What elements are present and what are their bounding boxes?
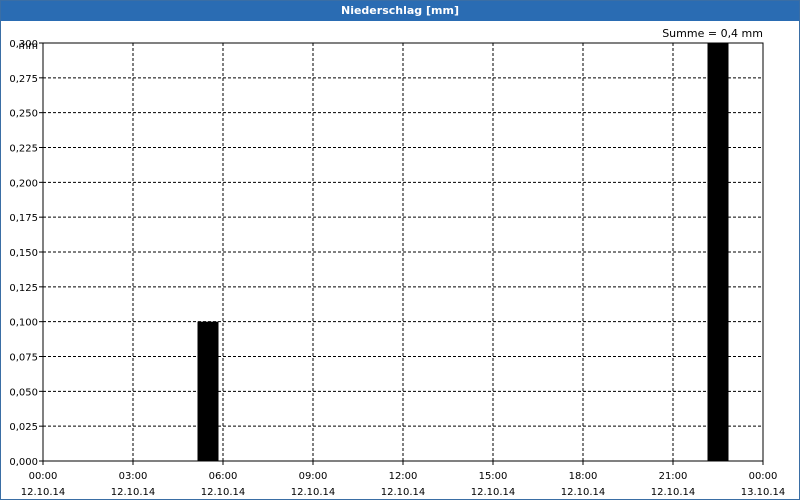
- x-tick-time: 18:00: [569, 471, 598, 482]
- y-tick-label: 0,050: [9, 387, 38, 398]
- x-tick-time: 09:00: [299, 471, 328, 482]
- x-tick-time: 21:00: [659, 471, 688, 482]
- x-tick-time: 00:00: [29, 471, 58, 482]
- y-tick-label: 0,100: [9, 318, 38, 329]
- x-tick-date: 12.10.14: [291, 487, 336, 498]
- x-tick-time: 00:00: [749, 471, 778, 482]
- y-tick-label: 0,075: [9, 353, 38, 364]
- chart-canvas: mm 0,0000,0250,0500,0750,1000,1250,1500,…: [9, 39, 786, 498]
- x-tick-labels: 00:00 12.10.14 03:00 12.10.14 06:00 12.10.14 0…: [21, 461, 786, 498]
- x-tick-time: 12:00: [389, 471, 418, 482]
- y-tick-label: 0,200: [9, 178, 38, 189]
- y-tick-label: 0,150: [9, 248, 38, 259]
- x-tick-date: 12.10.14: [201, 487, 246, 498]
- y-tick-label: 0,000: [9, 457, 38, 468]
- x-tick-date: 13.10.14: [741, 487, 786, 498]
- x-tick-date: 12.10.14: [111, 487, 156, 498]
- y-tick-labels: 0,000 0,025 0,050 0,075 0,100 0,125 0,150 0,175…: [9, 39, 43, 468]
- y-tick-label: 0,300: [9, 39, 38, 50]
- x-tick-time: 15:00: [479, 471, 508, 482]
- x-tick-time: 03:00: [119, 471, 148, 482]
- x-tick-time: 06:00: [209, 471, 238, 482]
- x-tick-date: 12.10.14: [651, 487, 696, 498]
- bar: [707, 43, 729, 461]
- y-tick-label: 0,175: [9, 213, 38, 224]
- x-tick-date: 12.10.14: [471, 487, 516, 498]
- y-tick-label: 0,225: [9, 144, 38, 155]
- y-tick-label: 0,025: [9, 422, 38, 433]
- x-tick-date: 12.10.14: [21, 487, 66, 498]
- y-tick-label: 0,275: [9, 74, 38, 85]
- y-tick-label: 0,250: [9, 109, 38, 120]
- grid: [43, 43, 763, 461]
- y-tick-label: 0,125: [9, 283, 38, 294]
- x-tick-date: 12.10.14: [381, 487, 426, 498]
- bar: [197, 321, 219, 461]
- x-tick-date: 12.10.14: [561, 487, 606, 498]
